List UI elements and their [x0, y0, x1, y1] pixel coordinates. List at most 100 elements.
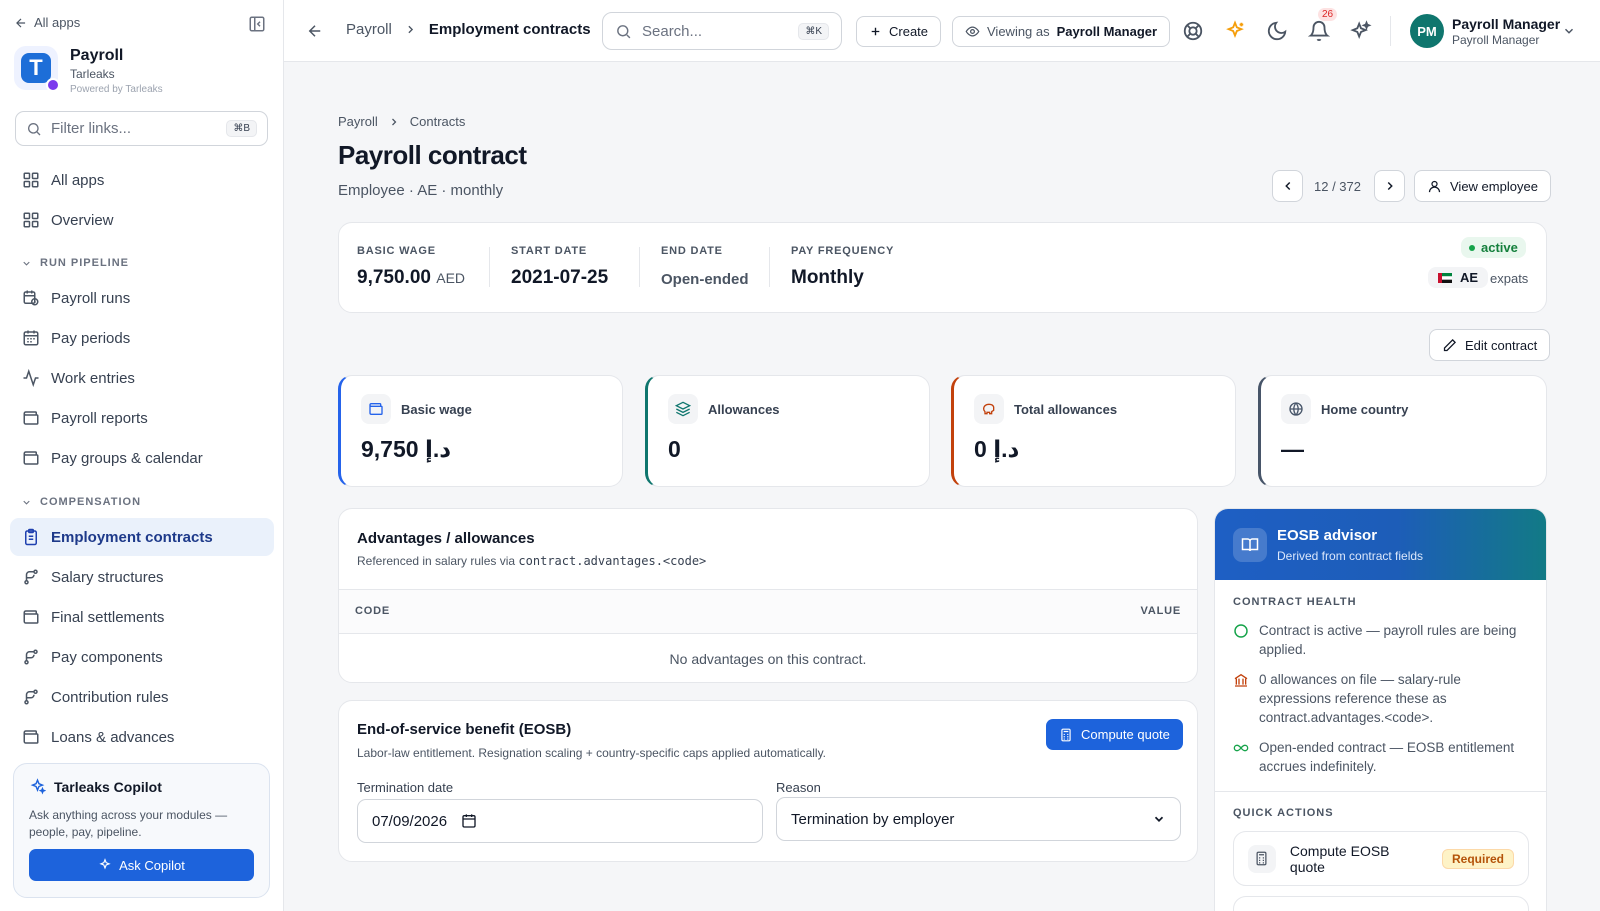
kpi-home-country: Home country —	[1258, 375, 1547, 487]
logo-badge	[46, 78, 60, 92]
user-icon	[1428, 180, 1441, 192]
advantages-subtitle: Referenced in salary rules via contract.…	[357, 554, 706, 568]
edit-contract-button[interactable]: Edit contract	[1429, 329, 1551, 361]
summary-pay-frequency: PAY FREQUENCY Monthly	[791, 245, 894, 289]
calendar-icon[interactable]	[461, 813, 477, 829]
section-compensation[interactable]: COMPENSATION	[21, 496, 141, 508]
sidebar-item-pay-components[interactable]: Pay components	[10, 638, 274, 676]
wallet-icon	[23, 411, 39, 425]
eosb-title: End-of-service benefit (EOSB)	[357, 721, 572, 738]
sidebar-item-final-settlements[interactable]: Final settlements	[10, 598, 274, 636]
country-code: AE	[1460, 270, 1479, 285]
wallet-icon	[23, 610, 39, 624]
summary-basic-wage: BASIC WAGE 9,750.00 AED	[357, 245, 465, 289]
health-item-text: Open-ended contract — EOSB entitlement a…	[1259, 740, 1515, 774]
compute-eosb-quote-action[interactable]: Compute EOSB quote Required	[1233, 831, 1529, 886]
globe-icon	[1281, 394, 1311, 424]
quick-action-label: Compute EOSB quote	[1289, 842, 1390, 875]
page-breadcrumb-current[interactable]: Contracts	[410, 114, 466, 129]
avatar[interactable]: PM	[1410, 14, 1444, 48]
all-apps-link[interactable]: All apps	[14, 15, 80, 30]
kpi-total-allowances: Total allowances 0 د.إ	[951, 375, 1236, 487]
kpi-label: Total allowances	[1014, 402, 1118, 417]
copilot-panel: Tarleaks Copilot Ask anything across you…	[13, 763, 270, 898]
view-employee-button[interactable]: View employee	[1414, 170, 1551, 202]
notifications-badge: 26	[1318, 8, 1338, 21]
health-item: Contract is active — payroll rules are b…	[1233, 621, 1531, 659]
moon-icon[interactable]	[1266, 20, 1288, 42]
bell-icon[interactable]	[1308, 20, 1330, 42]
activity-icon	[23, 369, 39, 387]
sidebar-item-label: Salary structures	[51, 568, 164, 586]
sidebar-item-pay-periods[interactable]: Pay periods	[10, 319, 274, 357]
create-button[interactable]: Create	[856, 16, 942, 47]
advantages-table-header: CODE VALUE	[339, 589, 1197, 634]
status-dot	[1469, 244, 1475, 251]
sidebar-item-label: Loans & advances	[51, 728, 175, 746]
calendar-clock-icon	[23, 290, 39, 306]
org-name: Tarleaks	[70, 67, 115, 81]
filter-links-input[interactable]: Filter links... ⌘B	[15, 111, 268, 146]
search-placeholder: Search...	[642, 22, 703, 40]
sidebar-item-work-entries[interactable]: Work entries	[10, 359, 274, 397]
health-item: 0 allowances on file — salary-rule expre…	[1233, 670, 1531, 727]
app-name: Payroll	[70, 47, 124, 64]
sidebar-collapse-icon[interactable]	[248, 15, 266, 33]
back-icon[interactable]	[306, 22, 324, 40]
sidebar-item-all-apps[interactable]: All apps	[10, 161, 274, 199]
previous-contract-button[interactable]	[1272, 170, 1303, 202]
quick-action-partial[interactable]	[1233, 896, 1529, 911]
kpi-basic-wage: Basic wage 9,750 د.إ	[338, 375, 623, 487]
basic-wage-value: 9,750.00	[357, 267, 431, 288]
sidebar-item-employment-contracts[interactable]: Employment contracts	[10, 518, 274, 556]
page-breadcrumb-root[interactable]: Payroll	[338, 114, 378, 129]
viewing-as-button[interactable]: Viewing as Payroll Manager	[952, 16, 1171, 47]
ask-copilot-button[interactable]: Ask Copilot	[29, 849, 254, 881]
contract-summary-card: BASIC WAGE 9,750.00 AED START DATE 2021-…	[338, 222, 1547, 313]
help-icon[interactable]	[1182, 20, 1204, 42]
sidebar-item-payroll-runs[interactable]: Payroll runs	[10, 279, 274, 317]
chevron-down-icon	[1154, 816, 1164, 822]
section-run-pipeline[interactable]: RUN PIPELINE	[21, 257, 129, 269]
view-employee-label: View employee	[1450, 178, 1538, 194]
section-title: RUN PIPELINE	[40, 257, 130, 269]
sidebar-item-salary-structures[interactable]: Salary structures	[10, 558, 274, 596]
filter-shortcut: ⌘B	[226, 120, 257, 137]
health-item-text: Contract is active — payroll rules are b…	[1259, 623, 1517, 657]
summary-label: BASIC WAGE	[357, 245, 436, 257]
sidebar-item-payroll-reports[interactable]: Payroll reports	[10, 399, 274, 437]
uae-flag-icon	[1438, 272, 1452, 283]
branch-icon	[24, 569, 38, 585]
branch-icon	[24, 689, 38, 705]
viewing-as-role: Payroll Manager	[1056, 24, 1158, 39]
user-name[interactable]: Payroll Manager	[1452, 16, 1560, 32]
sparkle-highlight-icon[interactable]	[1224, 20, 1246, 42]
search-icon	[28, 122, 41, 135]
sidebar-item-overview[interactable]: Overview	[10, 201, 274, 239]
global-search-input[interactable]: Search... ⌘K	[602, 12, 842, 50]
sidebar-item-loans-advances[interactable]: Loans & advances	[10, 718, 274, 756]
ai-sparkles-icon[interactable]	[1350, 20, 1372, 42]
chevron-left-icon	[1284, 181, 1290, 191]
health-item: Open-ended contract — EOSB entitlement a…	[1233, 738, 1531, 776]
grid-icon	[23, 172, 39, 188]
termination-date-input[interactable]: 07/09/2026	[357, 799, 763, 843]
search-shortcut: ⌘K	[798, 22, 829, 40]
advisor-divider	[1215, 791, 1546, 792]
sidebar-item-contribution-rules[interactable]: Contribution rules	[10, 678, 274, 716]
breadcrumb-root[interactable]: Payroll	[346, 21, 392, 38]
country-note: expats	[1490, 271, 1529, 286]
chevron-down-icon[interactable]	[1562, 24, 1576, 38]
compute-quote-button[interactable]: Compute quote	[1046, 719, 1183, 750]
sidebar-item-label: All apps	[51, 171, 105, 189]
sidebar-item-label: Payroll reports	[51, 409, 148, 427]
advantages-card: Advantages / allowances Referenced in sa…	[338, 508, 1198, 683]
chevron-right-icon	[1387, 181, 1393, 191]
advantages-sub-prefix: Referenced in salary rules via	[357, 554, 516, 568]
eosb-subtitle: Labor-law entitlement. Resignation scali…	[357, 746, 827, 760]
sidebar-item-pay-groups[interactable]: Pay groups & calendar	[10, 439, 274, 477]
required-badge: Required	[1441, 848, 1514, 869]
reason-select[interactable]: Termination by employer	[776, 797, 1181, 841]
next-contract-button[interactable]	[1374, 170, 1405, 202]
termination-date-label: Termination date	[357, 780, 454, 795]
